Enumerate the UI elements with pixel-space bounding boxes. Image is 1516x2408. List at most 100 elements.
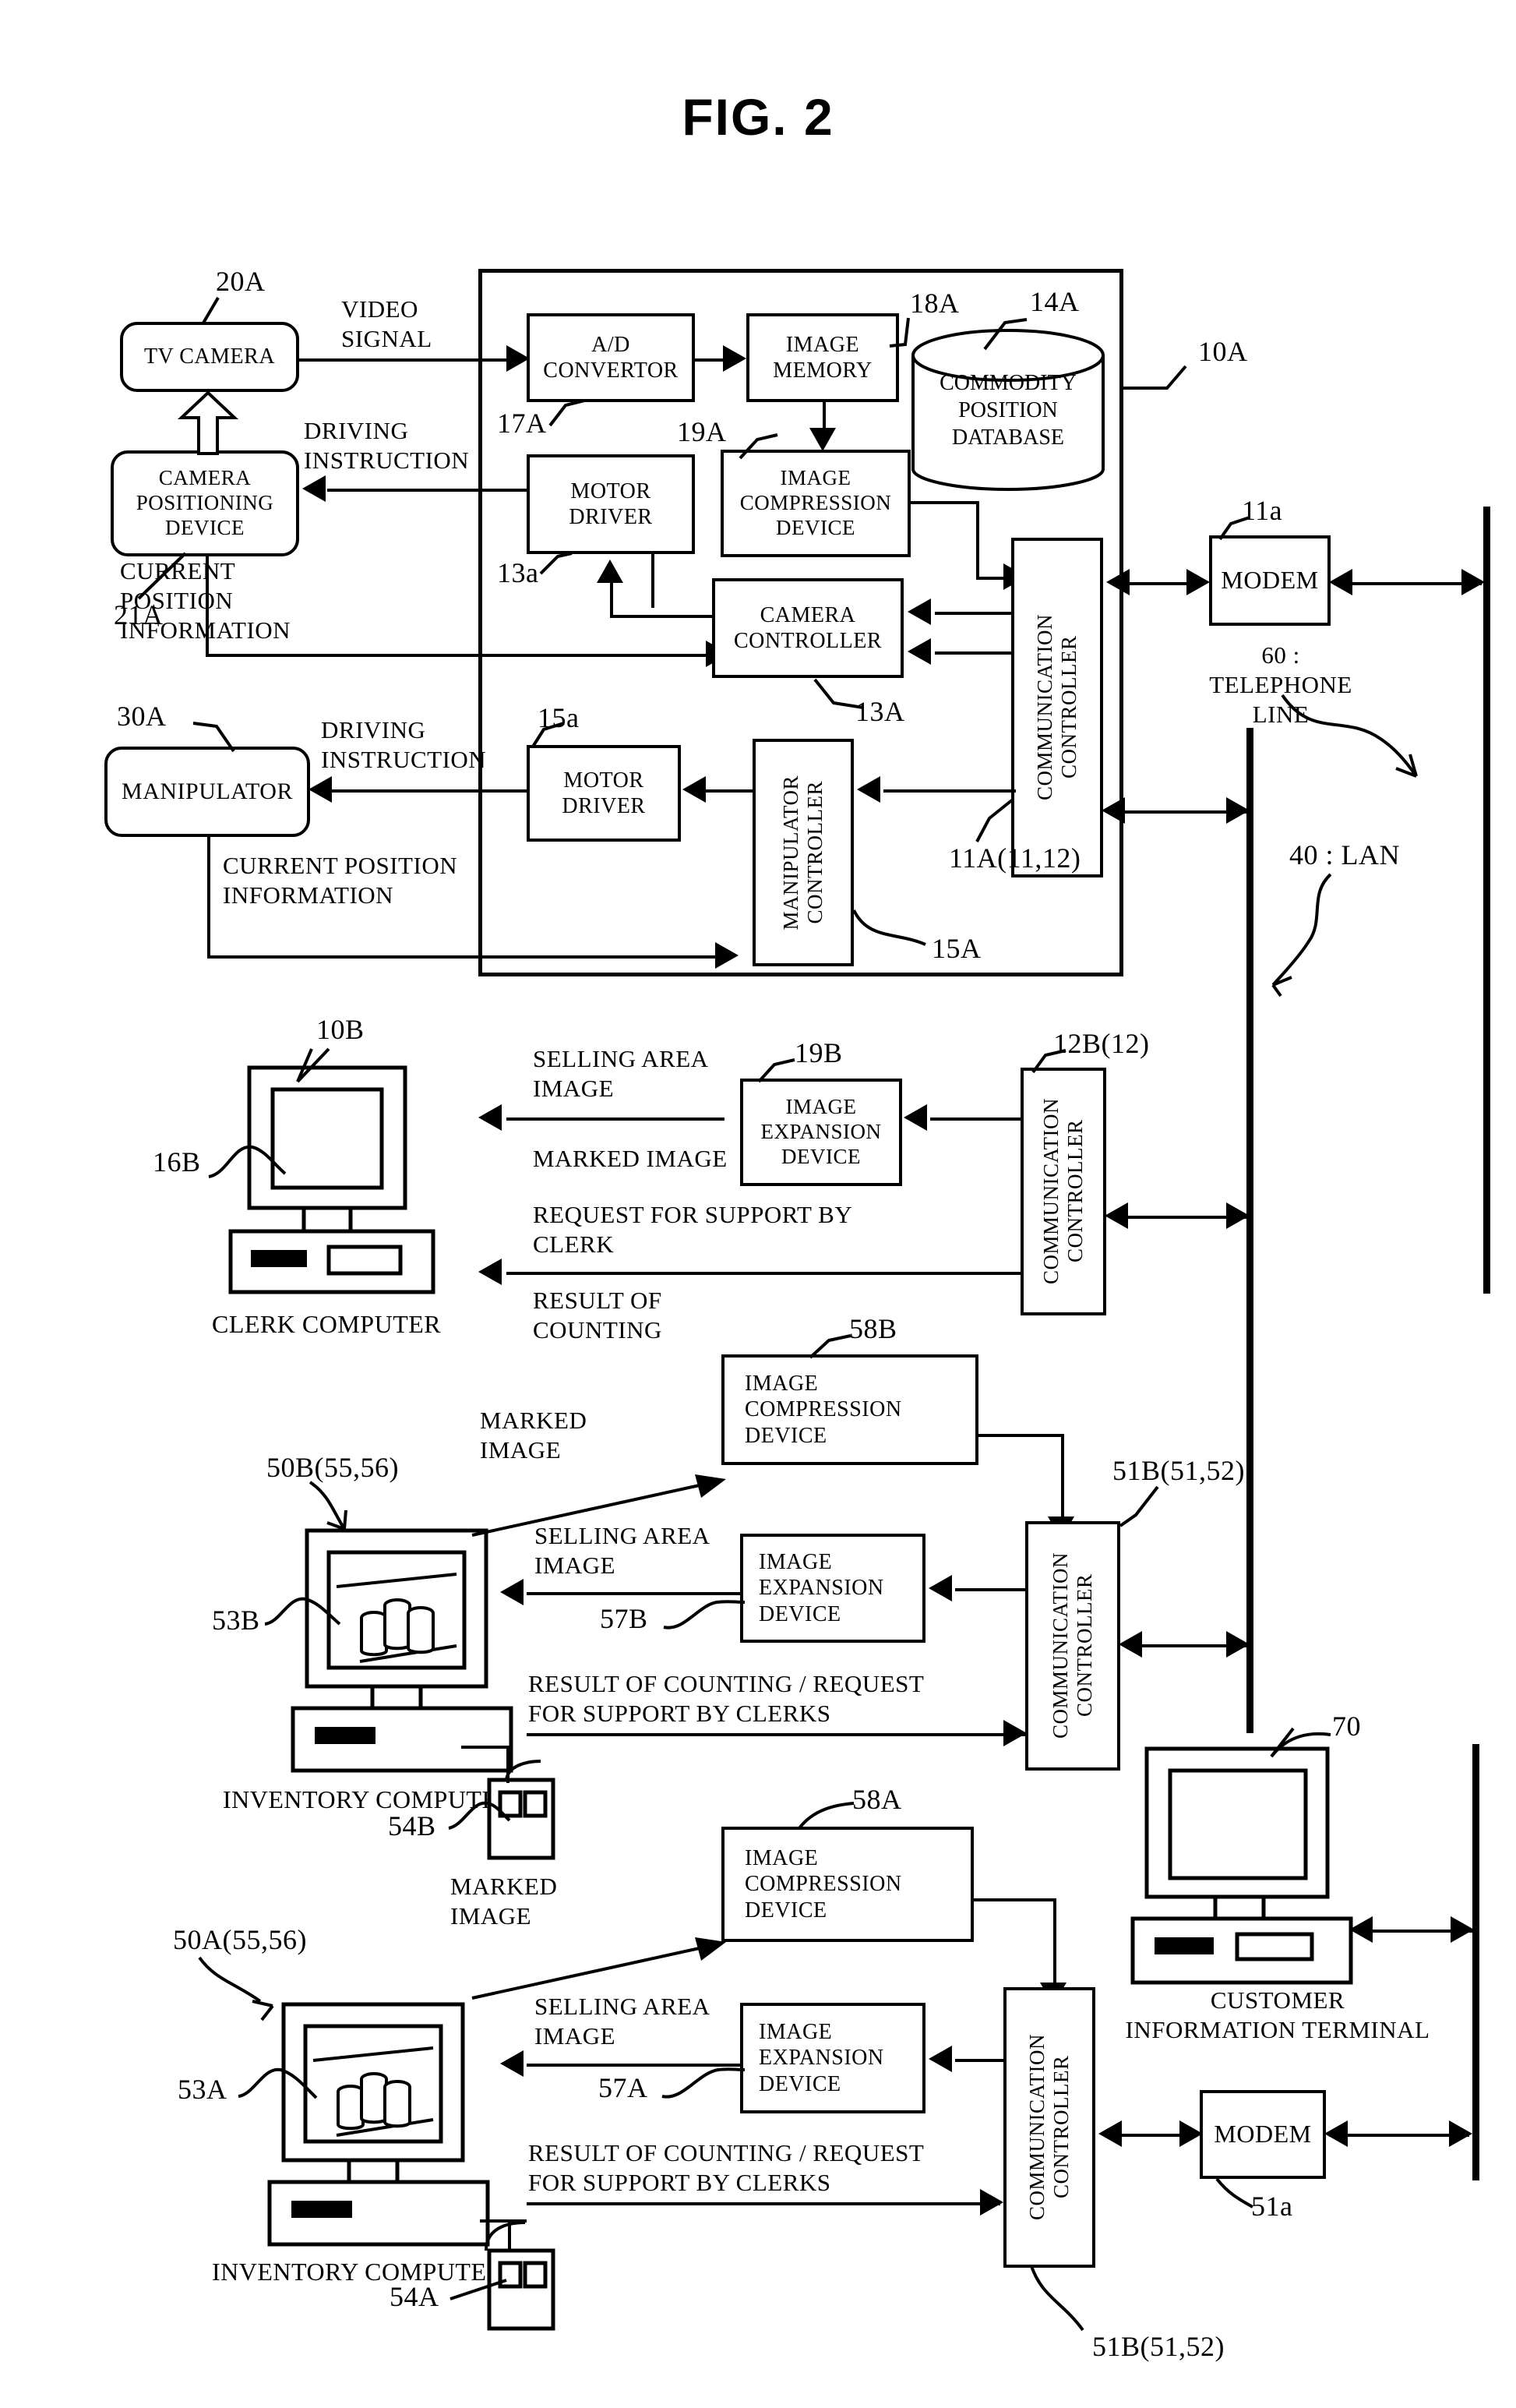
image-expansion-57a-leader [661,2067,746,2099]
communication-controller-b-label: COMMUNICATION CONTROLLER [1038,1098,1087,1285]
communication-controller-a-leader [975,798,1014,842]
driving-instruction-camera-label: DRIVING INSTRUCTION [304,417,470,474]
driving-instruction-manipulator-arrowhead [308,776,332,803]
cc-to-modem-arrow-right [1186,569,1210,595]
cc-51b-upper-to-lan-arrow-left [1119,1631,1142,1658]
image-expansion-device-57a-box: IMAGE EXPANSION DEVICE [740,2003,925,2113]
cc-to-camera-ctrl-arrow-1 [908,598,931,625]
clerk-request-support-line [506,1272,1061,1275]
communication-controller-51b-upper-label: COMMUNICATION CONTROLLER [1048,1552,1096,1739]
motor-driver-camera-box: MOTOR DRIVER [527,454,695,554]
image-expansion-b-leader [757,1058,795,1083]
manip-ctrl-to-motor-line [706,789,753,793]
inventory-a-display-ref: 53A [178,2074,227,2105]
inventory-b-selling-area-arrowhead [500,1579,524,1605]
motor-driver-camera-ref: 13a [497,557,539,588]
inventory-a-computer-illustration [265,2001,514,2247]
manipulator-label: MANIPULATOR [122,779,293,805]
inventory-a-result-request-line [527,2202,1000,2205]
manip-ctrl-to-motor-arrowhead [682,776,706,803]
camera-controller-label: CAMERA CONTROLLER [733,602,883,653]
communication-controller-51b-upper-box: COMMUNICATION CONTROLLER [1025,1521,1120,1771]
clerk-display-ref: 16B [153,1146,201,1178]
clerk-display-leader [208,1145,287,1178]
current-position-manipulator-riser [207,837,210,959]
compression-58a-out-drop [1053,1898,1056,1987]
telephone-line-pointer [1281,694,1418,778]
inventory-a-display-leader [238,2067,318,2099]
cc-to-manip-ctrl-line [883,789,1016,793]
image-expansion-device-57a-label: IMAGE EXPANSION DEVICE [759,2020,884,2096]
communication-controller-51b-lower-leader [1030,2265,1084,2332]
image-expansion-device-57b-label: IMAGE EXPANSION DEVICE [759,1550,884,1626]
cc-b-to-expansion-line [930,1117,1025,1121]
inventory-b-computer-illustration [288,1527,538,1773]
clerk-selling-area-image-label: SELLING AREA IMAGE [533,1045,709,1102]
inventory-a-result-request-arrowhead [980,2189,1003,2216]
cc-51b-lower-to-57a-arrowhead [929,2046,952,2072]
current-position-camera-riser [206,556,209,657]
video-signal-line [299,358,517,362]
customer-terminal-to-lan-arrow-right [1451,1916,1474,1943]
inventory-b-selling-area-label: SELLING AREA IMAGE [534,1522,710,1579]
current-position-manipulator-label: CURRENT POSITION INFORMATION [223,852,458,909]
image-expansion-57a-ref: 57A [598,2072,648,2103]
ad-to-memory-arrowhead [723,345,746,372]
cc-51b-lower-to-modem-arrow-left [1098,2120,1122,2147]
motor-driver-camera-label: MOTOR DRIVER [569,478,653,529]
tv-camera-box: TV CAMERA [120,322,299,392]
inventory-a-scanner-ref: 54A [390,2281,439,2312]
image-memory-label: IMAGE MEMORY [773,332,873,383]
communication-controller-51b-lower-label: COMMUNICATION CONTROLLER [1024,2034,1073,2221]
lan-pointer [1271,873,1332,997]
modem-51a-to-line-arrow-right [1449,2120,1472,2147]
compression-58b-out-drop [1061,1434,1064,1521]
cc-b-to-expansion-arrowhead [904,1104,927,1131]
inventory-b-scanner-ref: 54B [388,1810,436,1841]
modem-a-to-line [1334,582,1482,585]
modem-a-leader [1218,516,1250,541]
image-expansion-57b-leader [663,1600,746,1629]
driving-instruction-camera-arrowhead [302,475,326,502]
manipulator-controller-ref: 15A [932,933,982,964]
current-position-manipulator-arrowhead [715,942,739,969]
inventory-a-scanner-cable-v [508,2219,511,2252]
camera-controller-leader [813,678,864,709]
communication-controller-b-leader [1031,1049,1066,1074]
modem-51a-to-line [1329,2134,1469,2137]
image-expansion-device-b-label: IMAGE EXPANSION DEVICE [760,1095,882,1168]
clerk-selling-area-line [506,1117,725,1121]
clerk-request-support-arrowhead [478,1259,502,1285]
camera-controller-box: CAMERA CONTROLLER [712,578,904,678]
modem-a-box: MODEM [1209,535,1331,626]
inventory-a-computer-ref: 50A(55,56) [173,1924,307,1955]
customer-terminal-to-lan-arrow-left [1349,1916,1373,1943]
manipulator-controller-leader [852,909,926,946]
current-position-manipulator-line [207,955,723,959]
compression-58a-out-line [974,1898,1056,1901]
image-expansion-device-b-box: IMAGE EXPANSION DEVICE [740,1079,902,1186]
patent-figure: FIG. 2 10A TV CAMERA 20A CAMERA POSITION… [0,0,1516,2408]
clerk-computer-leader [296,1047,330,1083]
inventory-a-selling-area-arrowhead [500,2050,524,2077]
cc-to-manip-ctrl-arrowhead [857,776,880,803]
image-expansion-57b-ref: 57B [600,1603,648,1634]
ad-convertor-box: A/D CONVERTOR [527,313,695,402]
inventory-a-scanner-cable-h [480,2219,527,2223]
image-compression-58a-leader [798,1802,855,1830]
inventory-b-display-ref: 53B [212,1605,260,1636]
cc-to-modem-arrow-left [1106,569,1130,595]
clerk-request-support-label: REQUEST FOR SUPPORT BY CLERK [533,1201,853,1258]
inventory-b-result-request-line [527,1733,1025,1736]
image-compression-device-58b-label: IMAGE COMPRESSION DEVICE [745,1372,902,1448]
manipulator-leader [192,722,235,753]
cc-b-to-lan-arrow-left [1105,1202,1128,1229]
image-compression-58b-leader [809,1334,851,1359]
modem-51a-to-line-arrow-left [1324,2120,1348,2147]
figure-title: FIG. 2 [682,88,834,146]
cc-b-to-lan-arrow-right [1226,1202,1250,1229]
modem-a-to-line-arrow-right [1461,569,1485,595]
inventory-b-computer-leader [308,1481,347,1531]
camera-positioning-device-label: CAMERA POSITIONING DEVICE [136,466,274,539]
clerk-result-counting-label: RESULT OF COUNTING [533,1287,662,1343]
